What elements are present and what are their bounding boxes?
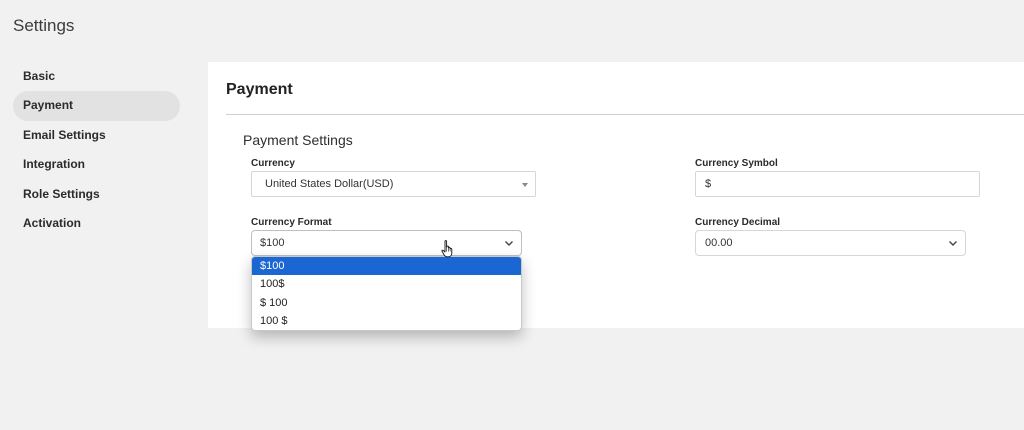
section-title: Payment Settings — [243, 132, 353, 148]
dropdown-option[interactable]: $100 — [252, 257, 521, 276]
currency-format-label: Currency Format — [251, 217, 332, 228]
chevron-down-icon — [949, 241, 957, 246]
currency-select-value: United States Dollar(USD) — [265, 178, 394, 190]
page-title: Settings — [13, 16, 75, 35]
hand-pointer-icon — [441, 240, 453, 258]
dropdown-option[interactable]: 100 $ — [252, 312, 521, 330]
sidebar-item-role-settings[interactable]: Role Settings — [13, 180, 180, 209]
currency-decimal-select[interactable]: 00.00 — [695, 230, 966, 256]
currency-symbol-label: Currency Symbol — [695, 158, 778, 169]
currency-select[interactable]: United States Dollar(USD) — [251, 171, 536, 197]
currency-decimal-value: 00.00 — [705, 237, 733, 249]
sidebar-item-activation[interactable]: Activation — [13, 209, 180, 238]
currency-label: Currency — [251, 158, 295, 169]
dropdown-option[interactable]: 100$ — [252, 275, 521, 293]
panel-divider — [226, 114, 1024, 115]
currency-symbol-value: $ — [705, 178, 712, 190]
currency-symbol-input[interactable]: $ — [695, 171, 980, 197]
sidebar-item-basic[interactable]: Basic — [13, 62, 180, 91]
caret-down-icon — [522, 183, 528, 187]
sidebar-item-integration[interactable]: Integration — [13, 150, 180, 179]
panel-title: Payment — [226, 81, 293, 98]
sidebar-item-email-settings[interactable]: Email Settings — [13, 121, 180, 150]
currency-decimal-label: Currency Decimal — [695, 217, 781, 228]
chevron-down-icon — [505, 241, 513, 246]
settings-sidebar: Basic Payment Email Settings Integration… — [13, 62, 180, 238]
sidebar-item-payment[interactable]: Payment — [13, 91, 180, 121]
currency-format-select[interactable]: $100 — [251, 230, 522, 256]
currency-format-value: $100 — [260, 237, 285, 249]
dropdown-option[interactable]: $ 100 — [252, 294, 521, 312]
currency-format-dropdown: $100 100$ $ 100 100 $ — [251, 256, 522, 332]
